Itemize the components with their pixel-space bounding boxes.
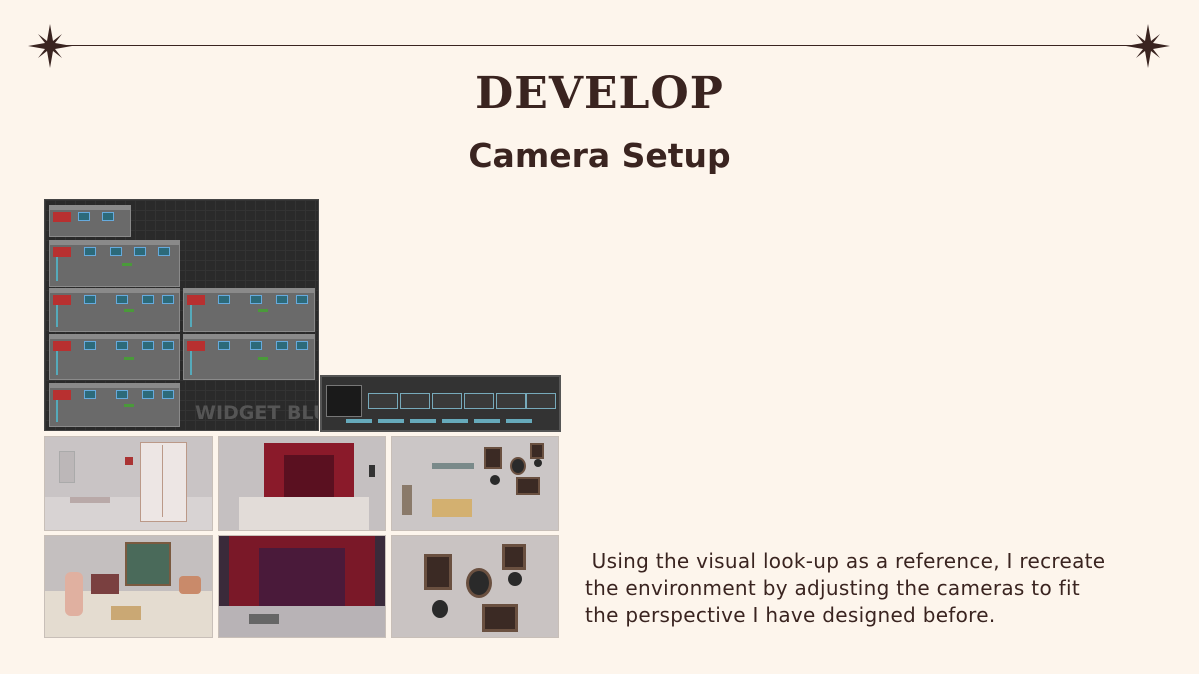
scene-screenshot-frames-closeup bbox=[391, 535, 559, 638]
four-point-star-icon bbox=[28, 24, 72, 68]
header-divider bbox=[50, 45, 1148, 46]
scene-screenshot-red-curtain-stage bbox=[218, 436, 386, 531]
blueprint-watermark: WIDGET BLU bbox=[195, 402, 319, 424]
scene-screenshot-dark-stage bbox=[218, 535, 386, 638]
blueprint-screenshot: WIDGET BLU bbox=[44, 199, 319, 431]
description-text: Using the visual look-up as a reference,… bbox=[585, 548, 1165, 629]
description-line: the perspective I have designed before. bbox=[585, 603, 996, 627]
four-point-star-icon bbox=[1126, 24, 1170, 68]
blueprint-detail-screenshot bbox=[320, 375, 561, 432]
scene-screenshot-frames-wall bbox=[391, 436, 559, 531]
description-line: the environment by adjusting the cameras… bbox=[585, 576, 1080, 600]
description-line: Using the visual look-up as a reference,… bbox=[585, 549, 1106, 573]
page-subtitle: Camera Setup bbox=[468, 136, 731, 175]
scene-screenshot-desk-suitcase bbox=[44, 535, 213, 638]
scene-screenshot-wardrobe-room bbox=[44, 436, 213, 531]
page-title: DEVELOP bbox=[475, 68, 724, 119]
